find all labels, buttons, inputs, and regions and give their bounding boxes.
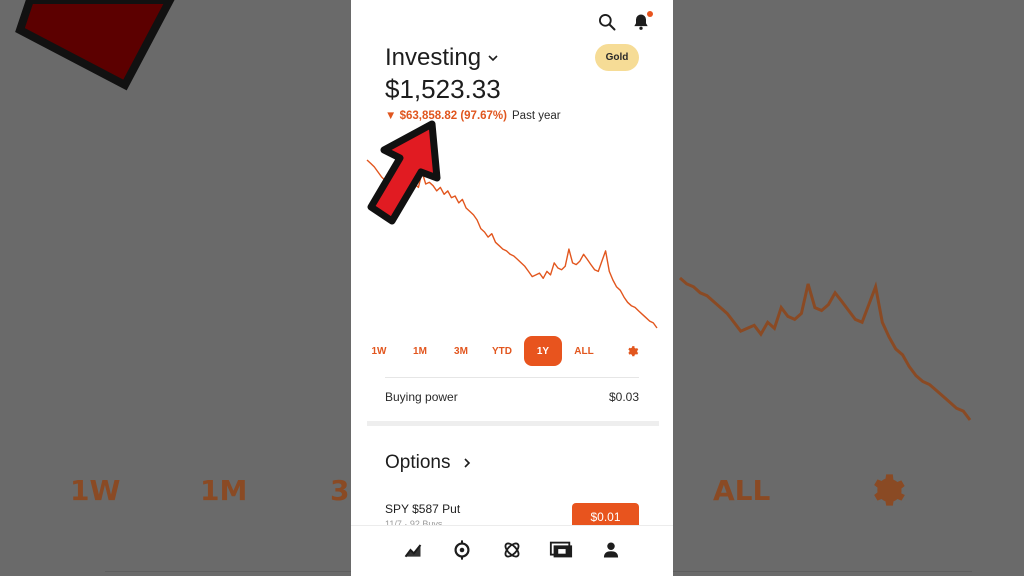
portfolio-change: ▼ $63,858.82 (97.67%) Past year: [385, 110, 561, 122]
buying-power-row[interactable]: Buying power $0.03: [385, 390, 639, 404]
banking-icon[interactable]: [549, 538, 573, 562]
account-title: Investing: [385, 44, 482, 71]
background-tf-all: ALL: [713, 474, 771, 507]
background-arrow-shape: [15, 0, 175, 91]
tab-3m[interactable]: 3M: [446, 336, 476, 366]
tab-1w[interactable]: 1W: [365, 336, 393, 366]
background-tf-1m: 1M: [200, 474, 248, 507]
notifications-bell-icon[interactable]: [631, 11, 653, 32]
tab-1m[interactable]: 1M: [405, 336, 435, 366]
option-position-name[interactable]: SPY $587 Put: [385, 502, 460, 516]
portfolio-icon[interactable]: [401, 538, 425, 562]
tab-all[interactable]: ALL: [568, 336, 600, 366]
search-icon[interactable]: [597, 12, 617, 32]
top-actions: [597, 11, 653, 32]
chart-settings-gear-icon[interactable]: [622, 336, 642, 366]
portfolio-chart[interactable]: [365, 150, 661, 340]
tab-1y[interactable]: 1Y: [524, 336, 562, 366]
buying-power-value: $0.03: [608, 390, 639, 404]
chart-line-series: [366, 159, 658, 329]
gold-badge[interactable]: Gold: [595, 44, 639, 71]
retirement-icon[interactable]: [500, 538, 524, 562]
bottom-tab-bar: [351, 525, 673, 576]
crypto-icon[interactable]: [450, 538, 474, 562]
divider: [385, 377, 639, 378]
account-selector[interactable]: Investing: [385, 44, 499, 72]
section-divider: [367, 421, 659, 426]
timeframe-selector: 1W 1M 3M YTD 1Y ALL: [365, 336, 651, 368]
background-gear-icon: [874, 474, 905, 506]
phone-screen: Investing Gold $1,523.33 ▼ $63,858.82 (9…: [351, 0, 673, 576]
background-tf-1w: 1W: [70, 474, 121, 507]
buying-power-label: Buying power: [385, 390, 458, 404]
change-period: Past year: [512, 110, 561, 122]
account-icon[interactable]: [599, 538, 623, 562]
options-title: Options: [385, 452, 451, 473]
options-header[interactable]: Options: [385, 452, 472, 474]
change-amount: ▼ $63,858.82 (97.67%): [385, 110, 507, 122]
chevron-down-icon: [488, 55, 498, 62]
tab-ytd[interactable]: YTD: [485, 336, 519, 366]
background-chart-line: [679, 276, 972, 421]
notification-dot: [647, 11, 653, 17]
portfolio-balance: $1,523.33: [385, 74, 501, 104]
chevron-right-icon: [464, 458, 471, 468]
